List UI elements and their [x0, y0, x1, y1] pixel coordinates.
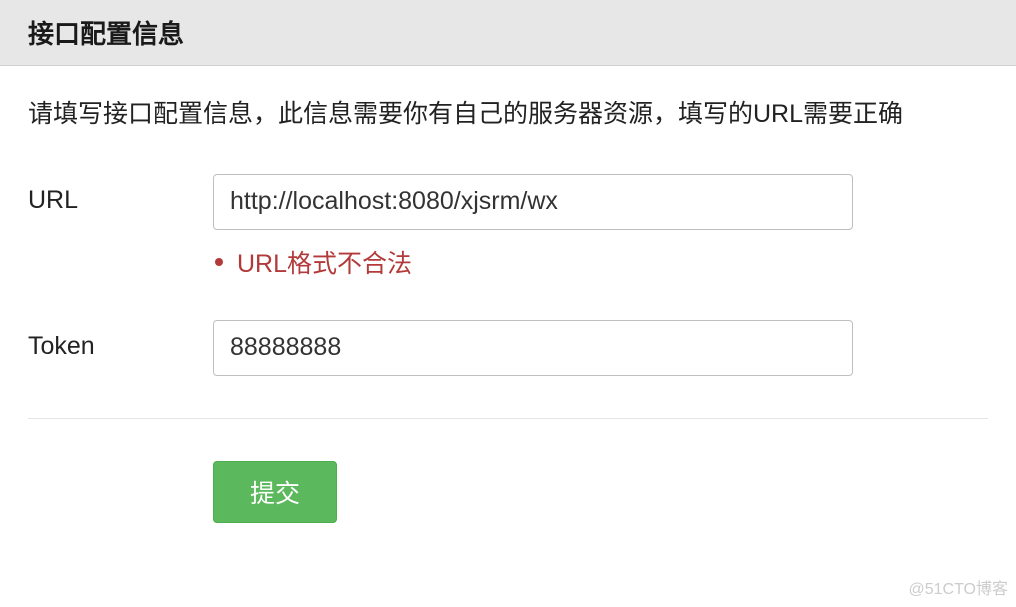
url-error: URL格式不合法: [213, 244, 988, 280]
error-bullet-icon: [215, 258, 223, 266]
watermark: @51CTO博客: [908, 575, 1008, 599]
token-field-wrap: [213, 320, 988, 376]
submit-row: 提交: [28, 461, 988, 523]
token-input[interactable]: [213, 320, 853, 376]
content-area: 请填写接口配置信息，此信息需要你有自己的服务器资源，填写的URL需要正确 URL…: [0, 66, 1016, 523]
url-error-text: URL格式不合法: [237, 244, 412, 280]
url-row: URL URL格式不合法: [28, 174, 988, 280]
page-title: 接口配置信息: [28, 14, 988, 51]
token-row: Token: [28, 320, 988, 376]
divider: [28, 418, 988, 419]
instructions-text: 请填写接口配置信息，此信息需要你有自己的服务器资源，填写的URL需要正确: [28, 96, 988, 134]
url-input[interactable]: [213, 174, 853, 230]
header-bar: 接口配置信息: [0, 0, 1016, 66]
url-field-wrap: URL格式不合法: [213, 174, 988, 280]
url-label: URL: [28, 174, 213, 215]
token-label: Token: [28, 320, 213, 361]
submit-button[interactable]: 提交: [213, 461, 337, 523]
